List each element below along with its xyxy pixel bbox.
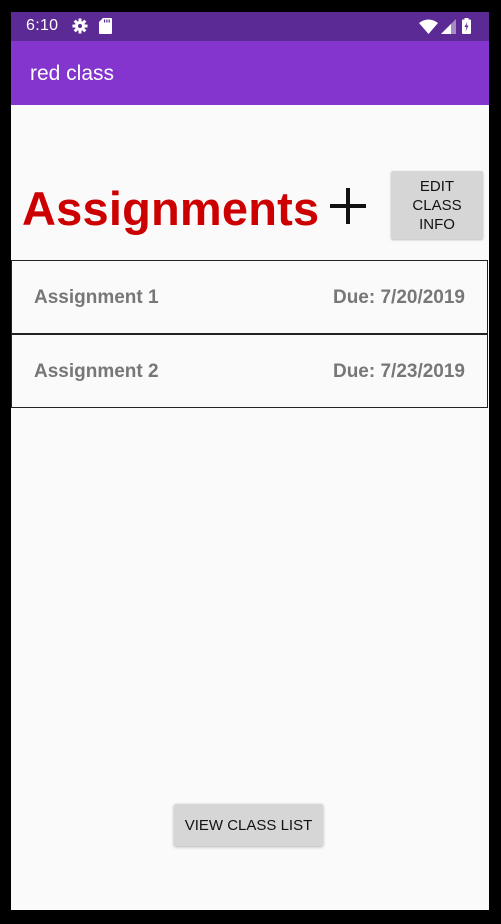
signal-icon: [441, 19, 456, 39]
app-title: red class: [30, 62, 115, 85]
assignments-heading: Assignments: [22, 182, 320, 235]
view-class-list-button[interactable]: VIEW CLASS LIST: [174, 804, 323, 846]
assignment-due-date: Due: 7/23/2019: [332, 361, 465, 382]
status-bar: 6:10: [11, 12, 489, 41]
assignment-row[interactable]: Assignment 2 Due: 7/23/2019: [11, 334, 488, 408]
sd-card-icon: [99, 18, 112, 39]
assignment-due-date: Due: 7/20/2019: [332, 287, 465, 308]
app-screen: 6:10 red class Assignments EDIT CLASS IN…: [11, 12, 489, 910]
edit-class-info-label: EDIT CLASS INFO: [412, 177, 462, 233]
assignment-name: Assignment 1: [34, 287, 159, 308]
view-class-list-label: VIEW CLASS LIST: [184, 816, 313, 834]
add-assignment-button[interactable]: [324, 182, 372, 230]
plus-icon: [330, 188, 366, 224]
edit-class-info-button[interactable]: EDIT CLASS INFO: [391, 171, 483, 239]
gear-icon: [72, 18, 88, 39]
assignment-name: Assignment 2: [34, 361, 159, 382]
wifi-icon: [419, 19, 438, 39]
battery-icon: [462, 18, 471, 39]
assignment-row[interactable]: Assignment 1 Due: 7/20/2019: [11, 260, 488, 334]
status-time: 6:10: [26, 17, 59, 34]
app-bar: red class: [11, 41, 489, 105]
